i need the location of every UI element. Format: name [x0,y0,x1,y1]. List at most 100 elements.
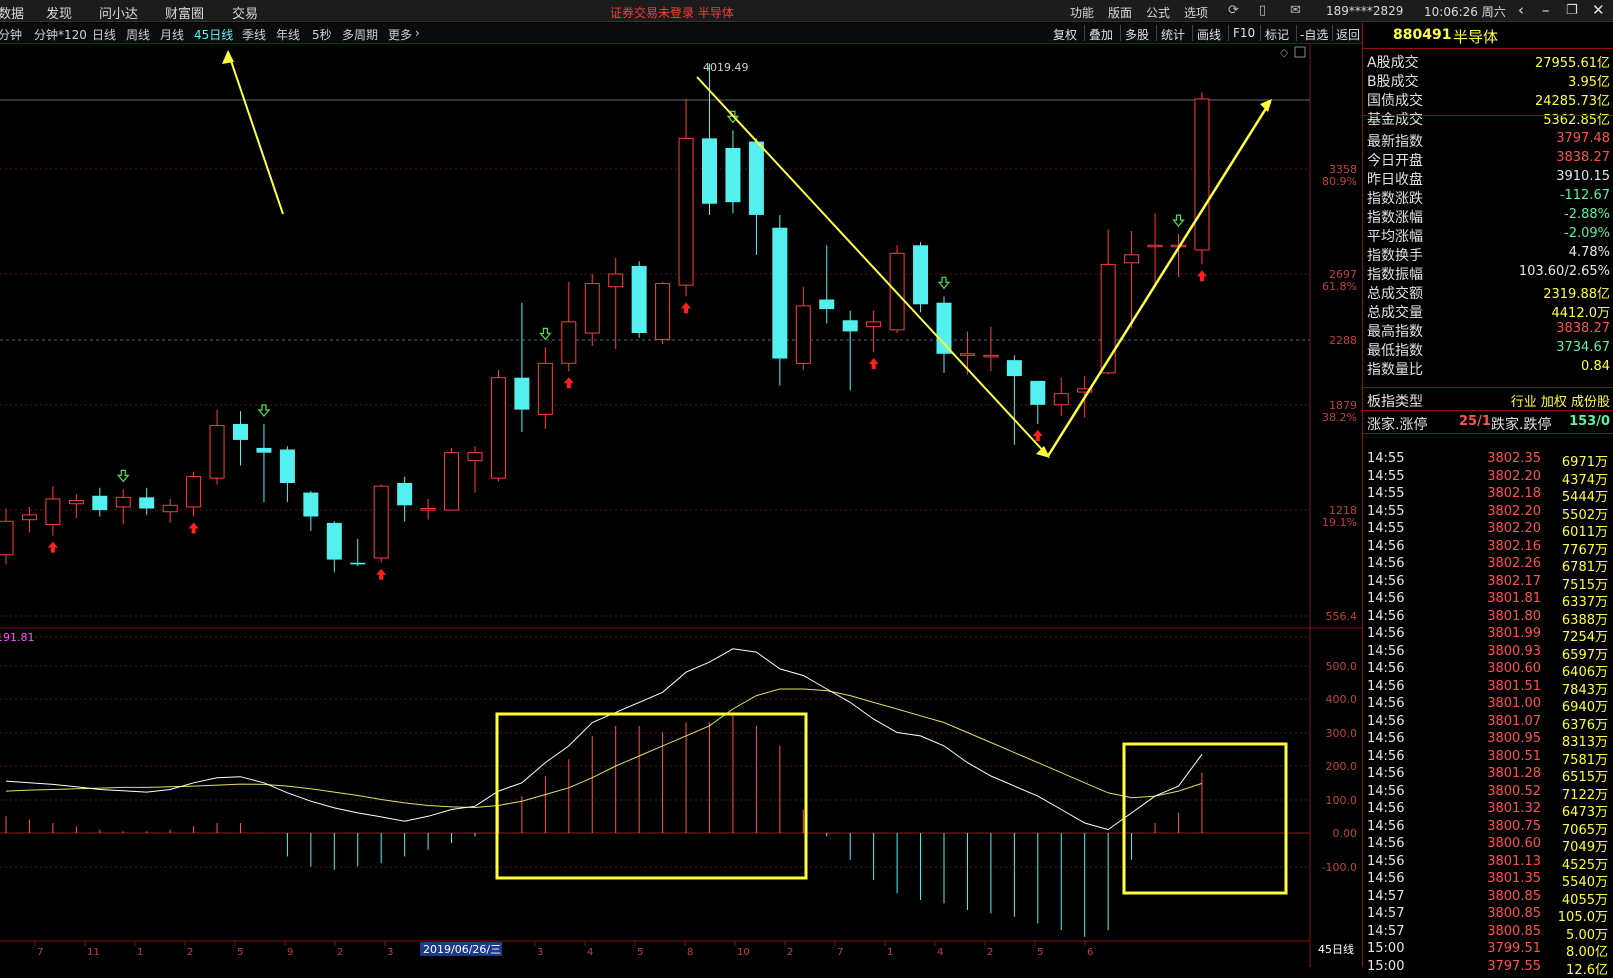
tick-time: 14:56 [1367,836,1405,851]
tool-statistics[interactable]: 统计 [1161,26,1185,43]
tool-watchlist[interactable]: -自选 [1300,26,1328,43]
tick-price: 3801.28 [1487,766,1541,781]
chart-area[interactable]: ◇ 3358 80.9% 2697 61.8% 2288 1879 38.2% … [0,44,1362,967]
candle [1006,355,1022,445]
price-axis-pct: 38.2% [1322,411,1357,424]
tick-time: 14:56 [1367,748,1405,764]
stat-value: 4.78% [1568,245,1610,260]
tick-row: 14:56 3802.17 7515万 [1363,573,1613,593]
macd-axis: 500.0 400.0 300.0 200.0 100.0 0.00 -100.… [0,636,1357,874]
back-arrow-icon[interactable]: ‹ [1518,1,1524,19]
candle [256,423,272,503]
candle [326,521,342,573]
user-phone[interactable]: 189****2829 [1326,4,1403,18]
candle-body [186,476,202,508]
stat-value: 4412.0万 [1551,306,1611,321]
menu-layout[interactable]: 版面 [1108,4,1132,21]
candle [1053,377,1069,416]
candle [983,326,999,372]
menu-fortune-circle[interactable]: 财富圈 [165,3,204,22]
tool-f10[interactable]: F10 [1233,26,1255,40]
tick-time: 14:55 [1367,503,1405,519]
stat-row: 指数换手 4.78% [1363,244,1613,264]
candle [186,471,202,517]
period-quarter[interactable]: 季线 [242,26,266,43]
stat-value: 3838.27 [1556,321,1610,336]
mail-icon[interactable]: ✉ [1290,3,1301,18]
period-month[interactable]: 月线 [160,26,184,43]
period-year[interactable]: 年线 [276,26,300,43]
candle-body [913,245,929,305]
candle-body [490,377,506,479]
tick-price: 3801.81 [1487,591,1541,606]
candle [655,281,671,345]
tool-back[interactable]: 返回 [1336,26,1360,43]
stat-label: B股成交 [1367,74,1419,90]
window-toggle-icon[interactable] [1294,46,1306,58]
stat-value: -112.67 [1559,188,1610,203]
candle-body [748,141,764,215]
refresh-icon[interactable]: ⟳ [1228,3,1239,18]
stat-label: 指数涨幅 [1367,210,1423,226]
stat-row: A股成交 27955.61亿 [1363,51,1613,71]
tick-row: 14:56 3800.75 7065万 [1363,818,1613,838]
clock: 10:06:26 周六 [1424,5,1506,19]
tool-multi-stock[interactable]: 多股 [1125,26,1149,43]
candle-body [233,423,248,440]
candle-body [1030,380,1046,405]
phone-icon[interactable]: ▯ [1259,3,1266,18]
tick-row: 14:56 3801.51 7843万 [1363,678,1613,698]
candle-body [326,522,342,560]
period-day[interactable]: 日线 [92,26,116,43]
period-minute-120[interactable]: 分钟*120 [34,26,87,43]
stat-label: 平均涨幅 [1367,229,1423,245]
period-5sec[interactable]: 5秒 [312,26,332,43]
period-more[interactable]: 更多 [388,26,412,43]
tick-time: 14:56 [1367,783,1405,799]
stat-value: 103.60/2.65% [1518,264,1610,279]
date-tick-label: 1 [137,947,143,958]
menu-formula[interactable]: 公式 [1146,4,1170,21]
candle-body [889,252,905,331]
menu-discover[interactable]: 发现 [46,3,72,22]
tick-time: 14:56 [1367,678,1405,694]
date-tick-label: 8 [687,947,693,958]
stat-value: 3.95亿 [1568,75,1610,90]
period-45day[interactable]: 45日线 [194,26,233,43]
tool-draw-line[interactable]: 画线 [1197,26,1221,43]
tick-time: 15:00 [1367,958,1405,974]
period-week[interactable]: 周线 [126,26,150,43]
period-toolbar: 分钟 分钟*120 日线 周线 月线 45日线 季线 年线 5秒 多周期 更多 … [0,23,1362,44]
menu-options[interactable]: 选项 [1184,4,1208,21]
close-icon[interactable]: ✕ [1592,1,1605,19]
tool-restore-rights[interactable]: 复权 [1053,26,1077,43]
candle [279,446,295,503]
candle-body [139,497,155,509]
tool-mark[interactable]: 标记 [1265,26,1289,43]
candle [819,245,835,324]
tick-row: 14:55 3802.20 6011万 [1363,520,1613,540]
period-minute[interactable]: 分钟 [0,26,22,43]
candle [92,487,108,517]
minimize-icon[interactable]: – [1542,1,1550,19]
restore-icon[interactable]: ❐ [1566,3,1578,18]
menu-data[interactable]: 数据 [0,3,24,22]
tick-row: 14:56 3801.35 5540万 [1363,870,1613,890]
diamond-icon[interactable]: ◇ [1280,46,1289,59]
stat-row: 最新指数 3797.48 [1363,130,1613,150]
candle [209,409,225,485]
candle [584,273,600,346]
candle-body [444,452,460,511]
menu-function[interactable]: 功能 [1070,4,1094,21]
stat-value: -2.88% [1564,207,1610,222]
more-chevron-icon[interactable]: › [415,26,420,40]
period-multi[interactable]: 多周期 [342,26,378,43]
tick-price: 3802.26 [1487,556,1541,571]
candle-body [655,283,671,340]
menu-wenxiaoda[interactable]: 问小达 [99,3,138,22]
menu-trade[interactable]: 交易 [232,3,258,22]
tick-time: 14:56 [1367,538,1405,554]
candle-body [303,492,319,517]
candle-body [350,562,366,565]
tool-overlay[interactable]: 叠加 [1089,26,1113,43]
